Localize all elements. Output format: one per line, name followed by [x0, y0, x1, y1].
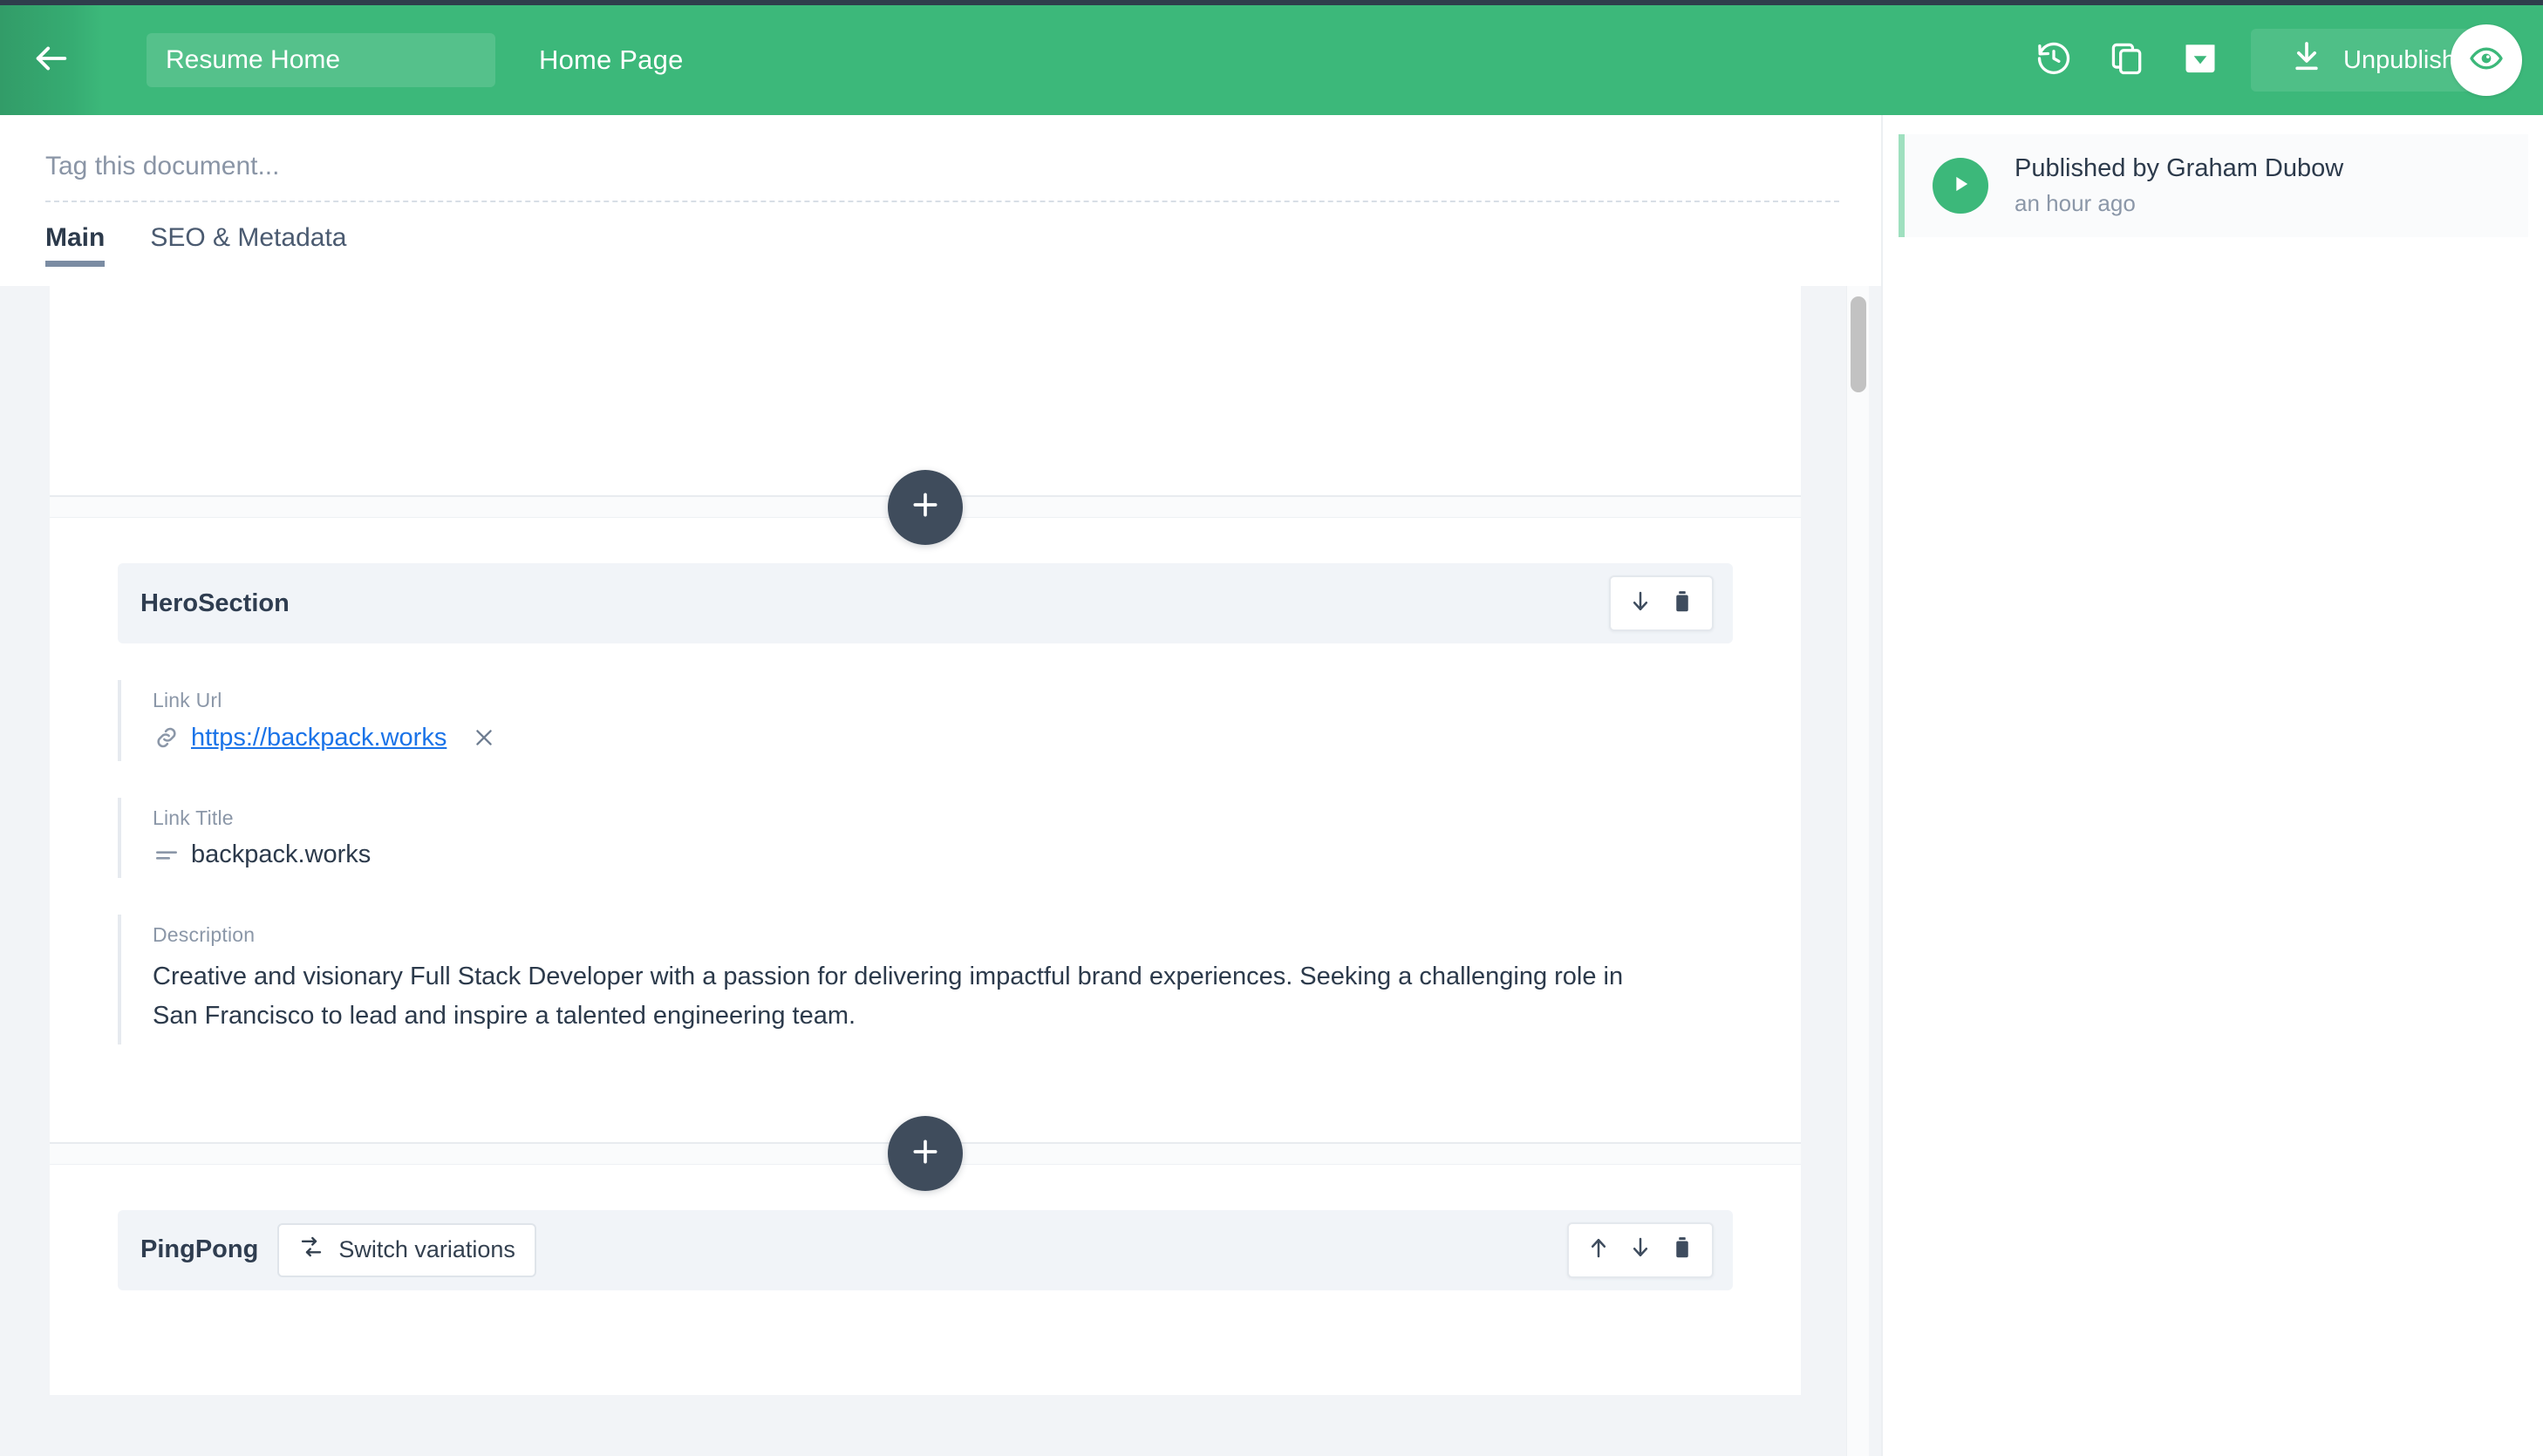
delete-icon	[1669, 1235, 1695, 1265]
play-icon	[1948, 172, 1973, 201]
switch-variations-button[interactable]: Switch variations	[277, 1223, 536, 1277]
activity-sidebar: Published by Graham Dubow an hour ago	[1881, 115, 2543, 1456]
field-description: Description Creative and visionary Full …	[118, 915, 1733, 1044]
arrow-left-icon	[31, 38, 72, 83]
canvas-card: HeroSection	[50, 286, 1801, 1395]
unpublish-label: Unpublish	[2343, 46, 2456, 75]
plus-icon	[908, 487, 943, 527]
delete-button[interactable]	[1661, 582, 1703, 624]
history-icon	[2035, 39, 2073, 82]
app-header: Home Page	[0, 5, 2543, 115]
move-down-button[interactable]	[1619, 1229, 1661, 1271]
block-title: HeroSection	[140, 589, 290, 618]
back-button[interactable]	[0, 5, 103, 115]
tab-seo-metadata[interactable]: SEO & Metadata	[150, 213, 346, 267]
history-button[interactable]	[2017, 24, 2090, 97]
add-block-divider-1	[50, 495, 1801, 518]
download-icon	[2289, 39, 2324, 81]
text-lines-icon	[153, 841, 191, 869]
link-title-value[interactable]: backpack.works	[191, 840, 371, 869]
field-link-title: Link Title backpack.works	[118, 798, 1733, 878]
move-up-icon	[1585, 1235, 1612, 1265]
description-value[interactable]: Creative and visionary Full Stack Develo…	[153, 957, 1661, 1036]
move-down-icon	[1627, 1235, 1653, 1265]
editor-tabs: Main SEO & Metadata	[45, 213, 392, 267]
add-block-button-1[interactable]	[888, 470, 963, 545]
field-label: Description	[153, 923, 1733, 947]
block-ping-pong: PingPong Switch variations	[50, 1165, 1801, 1395]
canvas-scrollbar-track[interactable]	[1846, 286, 1869, 1456]
archive-button[interactable]	[2164, 24, 2237, 97]
block-hero-section: HeroSection	[50, 518, 1801, 1142]
document-title-input[interactable]	[147, 33, 495, 87]
eye-icon	[2469, 41, 2504, 80]
link-icon	[153, 724, 191, 752]
block-title: PingPong	[140, 1235, 258, 1264]
add-block-button-2[interactable]	[888, 1116, 963, 1191]
switch-variations-label: Switch variations	[338, 1236, 515, 1263]
move-down-icon	[1627, 589, 1653, 619]
plus-icon	[908, 1134, 943, 1174]
document-header: Main SEO & Metadata	[0, 115, 1881, 286]
page-type-label: Home Page	[539, 44, 684, 76]
field-row: https://backpack.works	[153, 723, 1733, 752]
block-header: PingPong Switch variations	[118, 1210, 1733, 1290]
field-link-url: Link Url https://backpack.works	[118, 680, 1733, 761]
canvas-scrollbar-thumb[interactable]	[1851, 296, 1866, 392]
tag-input[interactable]	[45, 139, 1842, 194]
move-up-button[interactable]	[1578, 1229, 1619, 1271]
delete-button[interactable]	[1661, 1229, 1703, 1271]
archive-icon	[2181, 39, 2219, 82]
field-row: backpack.works	[153, 840, 1733, 869]
block-header: HeroSection	[118, 563, 1733, 643]
duplicate-button[interactable]	[2090, 24, 2164, 97]
header-actions: Unpublish	[2017, 5, 2543, 115]
block-top-empty	[50, 286, 1801, 495]
add-block-divider-2	[50, 1142, 1801, 1165]
body-container: Main SEO & Metadata	[0, 115, 2543, 1456]
duplicate-icon	[2108, 39, 2146, 82]
activity-title: Published by Graham Dubow	[2015, 154, 2343, 183]
block-action-group	[1567, 1222, 1714, 1278]
move-down-button[interactable]	[1619, 582, 1661, 624]
close-icon[interactable]	[469, 723, 499, 752]
editor-column: Main SEO & Metadata	[0, 115, 1881, 1456]
activity-item-published[interactable]: Published by Graham Dubow an hour ago	[1899, 134, 2528, 237]
block-fields: Link Url https://backpack.works	[50, 643, 1801, 1142]
tag-divider	[45, 201, 1839, 202]
field-label: Link Title	[153, 806, 1733, 830]
preview-button[interactable]	[2451, 24, 2522, 96]
editor-canvas: HeroSection	[0, 286, 1881, 1456]
delete-icon	[1669, 589, 1695, 619]
field-label: Link Url	[153, 689, 1733, 712]
activity-timestamp: an hour ago	[2015, 190, 2343, 217]
link-url-value[interactable]: https://backpack.works	[191, 724, 447, 752]
activity-text: Published by Graham Dubow an hour ago	[2015, 154, 2343, 217]
shuffle-icon	[298, 1234, 324, 1266]
avatar	[1933, 158, 1988, 214]
tab-main[interactable]: Main	[45, 213, 105, 267]
block-action-group	[1609, 575, 1714, 631]
